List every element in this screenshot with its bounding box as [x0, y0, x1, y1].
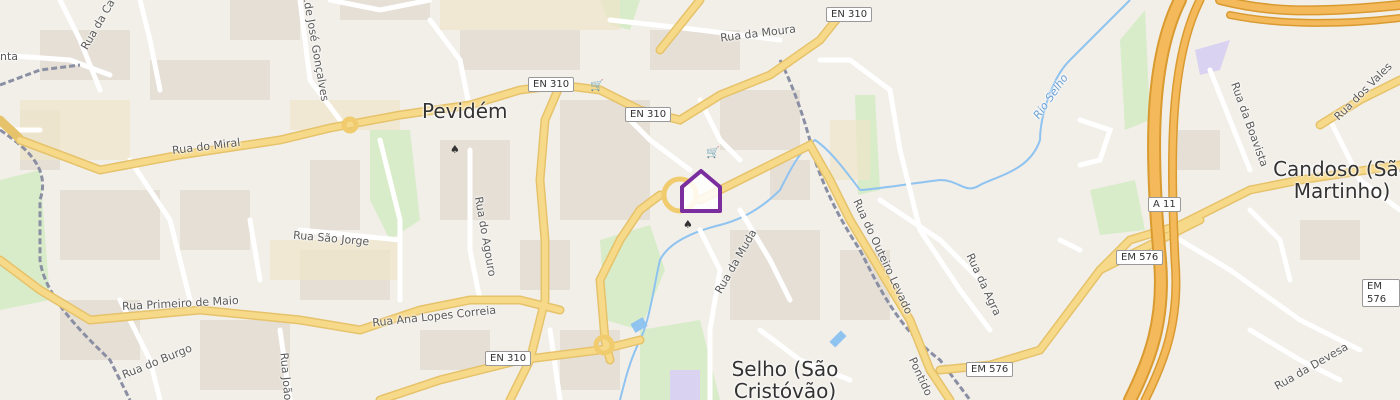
- place-label-selho-line1: Selho (São: [731, 357, 839, 381]
- map-layer: [0, 0, 1400, 400]
- location-pin-icon[interactable]: [680, 169, 722, 213]
- map-canvas[interactable]: Pevidém Selho (São Cristóvão) Candoso (S…: [0, 0, 1400, 400]
- road-shield-em576: EM 576: [1362, 279, 1400, 307]
- road-shield-en310: EN 310: [528, 77, 575, 92]
- road-shield-en310: EN 310: [826, 7, 873, 22]
- clothing-icon[interactable]: ♠: [683, 219, 693, 230]
- place-label-candoso-line1: Candoso (São: [1273, 157, 1400, 181]
- place-label-candoso-line2: Martinho): [1293, 179, 1391, 203]
- road-shield-em576: EM 576: [1116, 250, 1164, 265]
- street-label: nta: [0, 50, 19, 63]
- place-label-selho: Selho (São Cristóvão): [730, 358, 840, 400]
- road-shield-em576: EM 576: [966, 362, 1014, 377]
- road-shield-a11: A 11: [1148, 197, 1181, 212]
- road-shield-en310: EN 310: [485, 351, 532, 366]
- place-label-selho-line2: Cristóvão): [733, 379, 837, 400]
- place-label-candoso: Candoso (São Martinho): [1272, 158, 1400, 202]
- road-shield-en310: EN 310: [625, 107, 672, 122]
- basket-icon[interactable]: 🛒: [706, 147, 720, 158]
- place-label-pevidem: Pevidém: [422, 99, 508, 123]
- clothing-icon[interactable]: ♠: [450, 144, 460, 155]
- basket-icon[interactable]: 🛒: [590, 80, 604, 91]
